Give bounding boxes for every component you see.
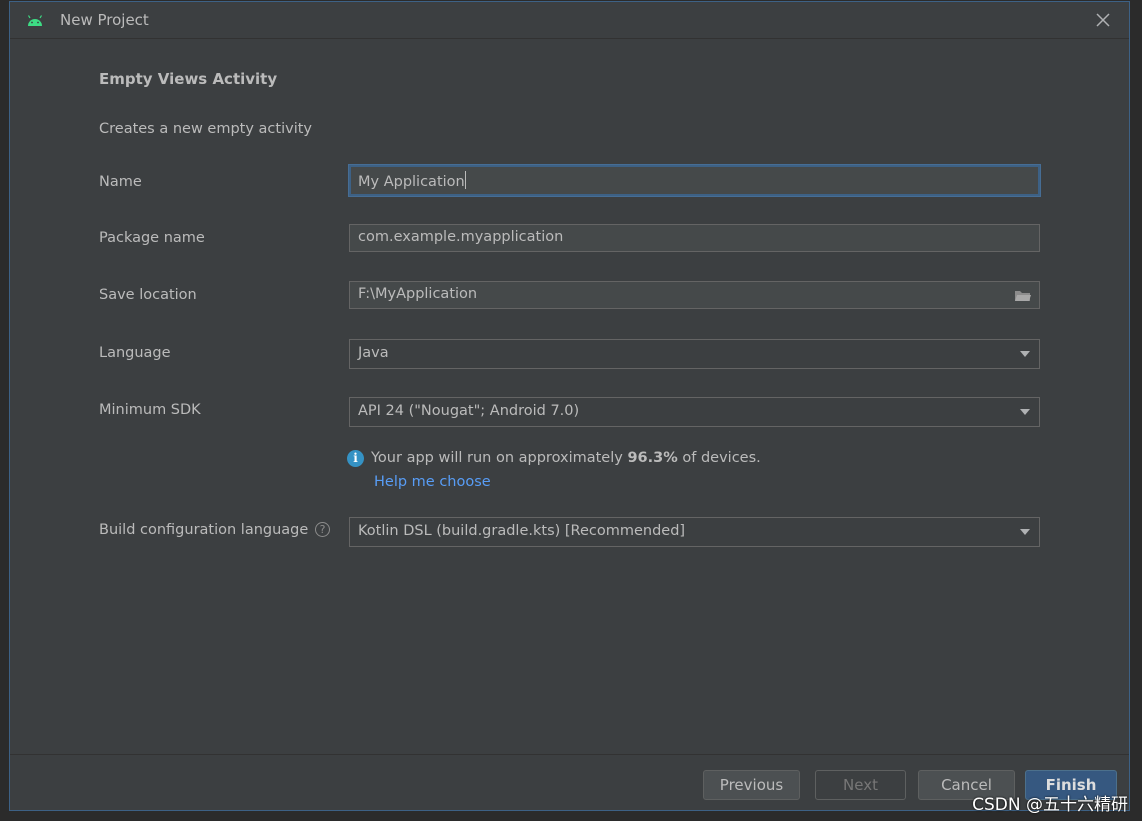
folder-icon[interactable] — [1014, 289, 1032, 303]
title-bar: New Project — [10, 2, 1129, 39]
chevron-down-icon — [1020, 529, 1030, 535]
previous-button[interactable]: Previous — [703, 770, 800, 800]
help-icon[interactable]: ? — [315, 522, 330, 537]
language-value: Java — [358, 345, 389, 361]
name-label: Name — [99, 174, 142, 190]
language-label: Language — [99, 345, 171, 361]
background-strip — [0, 0, 9, 821]
build-config-label: Build configuration language — [99, 522, 309, 538]
name-field[interactable]: My Application — [349, 165, 1040, 196]
watermark: CSDN @五十六精研 — [972, 795, 1128, 815]
name-value: My Application — [358, 174, 465, 190]
build-config-value: Kotlin DSL (build.gradle.kts) [Recommend… — [358, 523, 686, 539]
close-icon[interactable] — [1095, 12, 1111, 28]
package-name-value: com.example.myapplication — [358, 229, 564, 245]
package-name-label: Package name — [99, 230, 205, 246]
new-project-dialog: New Project Empty Views Activity Creates… — [9, 1, 1130, 811]
package-name-field[interactable]: com.example.myapplication — [349, 224, 1040, 252]
help-me-choose-link[interactable]: Help me choose — [374, 474, 491, 490]
template-heading: Empty Views Activity — [99, 70, 278, 88]
save-location-field[interactable]: F:\MyApplication — [349, 281, 1040, 309]
minimum-sdk-label: Minimum SDK — [99, 402, 201, 418]
chevron-down-icon — [1020, 351, 1030, 357]
save-location-label: Save location — [99, 287, 197, 303]
android-icon — [27, 15, 43, 26]
text-caret — [464, 171, 466, 189]
build-config-dropdown[interactable]: Kotlin DSL (build.gradle.kts) [Recommend… — [349, 517, 1040, 547]
chevron-down-icon — [1020, 409, 1030, 415]
minimum-sdk-dropdown[interactable]: API 24 ("Nougat"; Android 7.0) — [349, 397, 1040, 427]
minimum-sdk-value: API 24 ("Nougat"; Android 7.0) — [358, 403, 580, 419]
next-button[interactable]: Next — [815, 770, 906, 800]
template-description: Creates a new empty activity — [99, 121, 312, 137]
language-dropdown[interactable]: Java — [349, 339, 1040, 369]
device-coverage-text: Your app will run on approximately 96.3%… — [371, 450, 761, 466]
window-title: New Project — [60, 11, 149, 29]
dialog-footer: Previous Next Cancel Finish — [10, 754, 1129, 811]
save-location-value: F:\MyApplication — [358, 286, 478, 302]
info-icon: i — [347, 450, 364, 467]
coverage-percent: 96.3% — [627, 450, 678, 466]
